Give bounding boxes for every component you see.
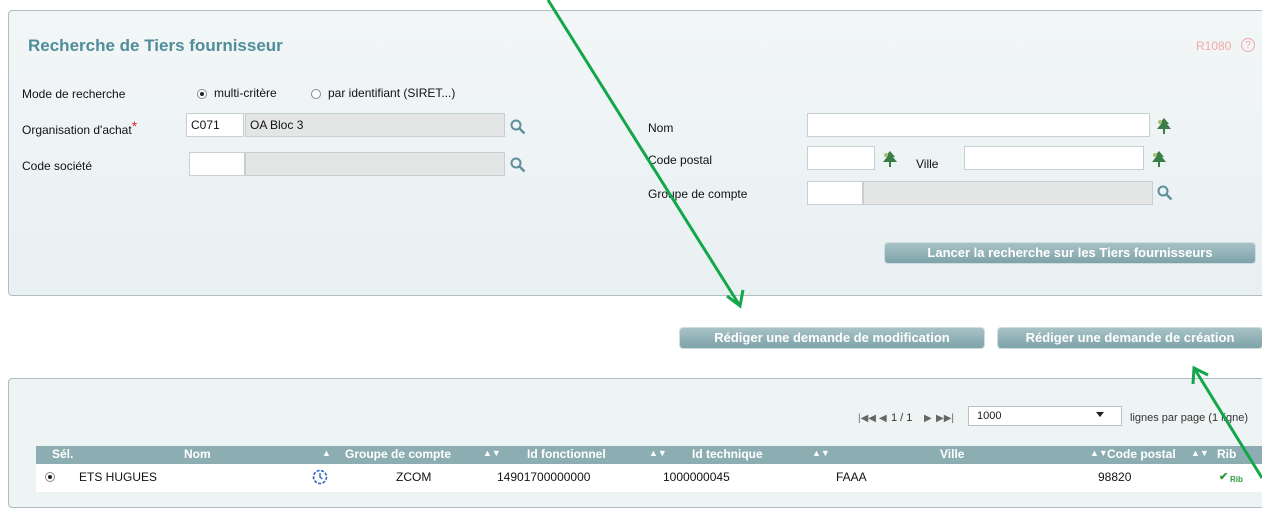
radio-par-identifiant[interactable] [311, 89, 321, 99]
cell-id-technique: 1000000045 [663, 470, 730, 484]
sort-icon[interactable]: ▲▼ [1090, 448, 1108, 458]
cell-id-fonctionnel: 14901700000000 [497, 470, 591, 484]
history-clock-icon[interactable] [312, 469, 328, 485]
prev-page-icon[interactable]: ◀ [879, 413, 887, 424]
cell-nom: ETS HUGUES [79, 470, 158, 484]
create-request-button[interactable]: Rédiger une demande de création [998, 328, 1262, 348]
nom-input[interactable] [807, 113, 1150, 137]
sort-icon[interactable]: ▲▼ [812, 448, 830, 458]
org-label: Organisation d'achat* [22, 118, 138, 137]
tree-icon[interactable] [1155, 117, 1173, 135]
column-header-nom[interactable]: Nom [184, 447, 211, 461]
sort-up-icon[interactable]: ▲ [322, 448, 331, 458]
screen-code: R1080 [1196, 39, 1232, 53]
radio-multi-critere[interactable] [197, 89, 207, 99]
column-header-id-technique[interactable]: Id technique [692, 447, 763, 461]
company-name-field [245, 152, 505, 176]
sort-icon[interactable]: ▲▼ [649, 448, 667, 458]
required-mark: * [131, 118, 138, 134]
sort-icon[interactable]: ▲▼ [483, 448, 501, 458]
launch-search-button[interactable]: Lancer la recherche sur les Tiers fourni… [885, 243, 1255, 263]
cell-groupe: ZCOM [396, 470, 432, 484]
tree-icon[interactable] [881, 150, 899, 168]
org-code-input[interactable]: C071 [186, 113, 244, 137]
last-page-icon[interactable]: ▶▶| [936, 413, 954, 424]
nom-label: Nom [648, 121, 674, 135]
org-label-text: Organisation d'achat [22, 123, 132, 137]
column-header-id-fonctionnel[interactable]: Id fonctionnel [527, 447, 606, 461]
pager-text: 1 / 1 [891, 412, 913, 424]
ville-label: Ville [916, 157, 939, 171]
page-title: Recherche de Tiers fournisseur [28, 36, 283, 55]
postal-input[interactable] [807, 146, 875, 170]
next-page-icon[interactable]: ▶ [924, 413, 932, 424]
radio-par-identifiant-label: par identifiant (SIRET...) [328, 86, 456, 100]
column-header-groupe[interactable]: Groupe de compte [345, 447, 451, 461]
column-header-sel: Sél. [52, 447, 74, 461]
group-code-input[interactable] [807, 181, 863, 205]
cell-code-postal: 98820 [1098, 470, 1132, 484]
tree-icon[interactable] [1150, 150, 1168, 168]
ville-input[interactable] [964, 146, 1144, 170]
mode-label: Mode de recherche [22, 87, 126, 101]
search-icon[interactable] [1157, 185, 1173, 201]
chevron-down-icon[interactable] [1096, 412, 1104, 417]
group-label: Groupe de compte [648, 187, 748, 201]
group-name-field [863, 181, 1153, 205]
rib-label: Rib [1230, 475, 1243, 484]
company-label: Code société [22, 159, 93, 173]
rib-check-icon[interactable]: ✔ [1219, 470, 1228, 483]
postal-label: Code postal [648, 153, 713, 167]
row-select-radio[interactable] [45, 472, 55, 482]
help-icon[interactable]: ? [1241, 38, 1255, 52]
company-code-input[interactable] [189, 152, 245, 176]
column-header-rib[interactable]: Rib [1217, 447, 1236, 461]
first-page-icon[interactable]: |◀◀ [858, 413, 876, 424]
modify-request-button[interactable]: Rédiger une demande de modification [680, 328, 984, 348]
column-header-ville[interactable]: Ville [940, 447, 964, 461]
per-page-label: lignes par page (1 ligne) [1130, 412, 1249, 424]
column-header-code-postal[interactable]: Code postal [1107, 447, 1176, 461]
table-row[interactable] [36, 464, 1262, 492]
org-name-field: OA Bloc 3 [245, 113, 505, 137]
cell-ville: FAAA [836, 470, 867, 484]
sort-icon[interactable]: ▲▼ [1191, 448, 1209, 458]
radio-multi-critere-label: multi-critère [214, 86, 277, 100]
search-icon[interactable] [510, 157, 526, 173]
search-icon[interactable] [510, 119, 526, 135]
